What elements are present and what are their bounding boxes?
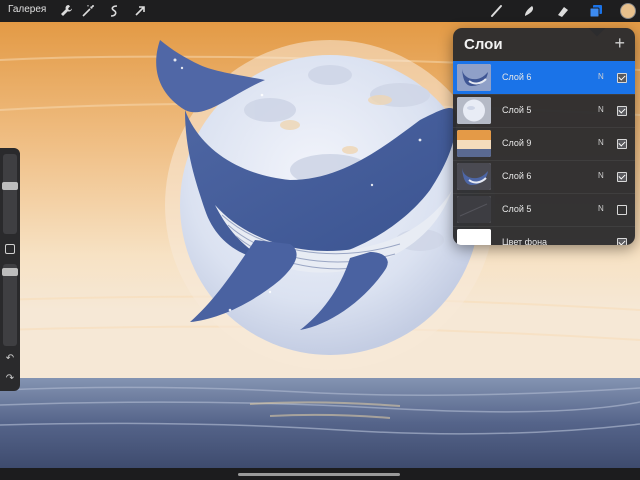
opacity-slider[interactable] (2, 268, 18, 276)
wrench-icon[interactable] (58, 3, 74, 19)
layer-row[interactable]: Слой 5 N (453, 193, 635, 226)
brush-size-slider[interactable] (2, 182, 18, 190)
layer-name: Слой 6 (502, 171, 532, 181)
visibility-checkbox[interactable] (617, 106, 627, 116)
color-swatch-icon[interactable] (619, 2, 637, 20)
undo-button[interactable]: ↶ (4, 354, 16, 364)
layer-row[interactable]: Слой 6 N (453, 61, 635, 94)
layer-name: Слой 5 (502, 204, 532, 214)
layer-thumbnail (457, 163, 491, 190)
opacity-track[interactable] (3, 264, 17, 346)
layer-name: Слой 6 (502, 72, 532, 82)
eraser-icon[interactable] (554, 3, 570, 19)
smudge-icon[interactable] (521, 3, 537, 19)
layer-row[interactable]: Слой 5 N (453, 94, 635, 127)
brush-icon[interactable] (489, 3, 505, 19)
visibility-checkbox[interactable] (617, 73, 627, 83)
layer-row[interactable]: Слой 6 N (453, 160, 635, 193)
visibility-checkbox[interactable] (617, 205, 627, 215)
layers-header: Слои + (453, 28, 635, 61)
brush-size-track[interactable] (3, 154, 17, 234)
blend-mode-button[interactable]: N (598, 204, 604, 213)
gallery-button[interactable]: Галерея (8, 4, 46, 15)
top-toolbar: Галерея (0, 0, 640, 22)
blend-mode-button[interactable]: N (598, 138, 604, 147)
blend-mode-button[interactable]: N (598, 171, 604, 180)
blend-mode-button[interactable]: N (598, 105, 604, 114)
blend-mode-button[interactable]: N (598, 72, 604, 81)
layer-thumbnail (457, 196, 491, 223)
redo-button[interactable]: ↷ (4, 374, 16, 384)
layer-row[interactable]: Слой 9 N (453, 127, 635, 160)
magic-wand-icon[interactable] (80, 3, 96, 19)
layers-title: Слои (464, 36, 503, 53)
add-layer-button[interactable]: + (614, 33, 625, 53)
modify-button[interactable] (5, 244, 15, 254)
selection-icon[interactable] (106, 3, 122, 19)
layer-name: Слой 5 (502, 105, 532, 115)
transform-arrow-icon[interactable] (132, 3, 148, 19)
layers-icon[interactable] (588, 3, 604, 19)
layer-row[interactable]: Цвет фона (453, 226, 635, 245)
layer-thumbnail (457, 97, 491, 124)
layer-name: Слой 9 (502, 138, 532, 148)
left-sidebar: ↶ ↷ (0, 148, 20, 391)
layer-name: Цвет фона (502, 237, 548, 245)
layers-panel: Слои + Слой 6 N Слой 5 N Слой 9 N Слой 6… (453, 28, 635, 245)
home-indicator[interactable] (238, 473, 400, 476)
visibility-checkbox[interactable] (617, 238, 627, 245)
layer-thumbnail (457, 229, 491, 245)
visibility-checkbox[interactable] (617, 172, 627, 182)
layer-thumbnail (457, 130, 491, 157)
visibility-checkbox[interactable] (617, 139, 627, 149)
layer-thumbnail (457, 64, 491, 91)
